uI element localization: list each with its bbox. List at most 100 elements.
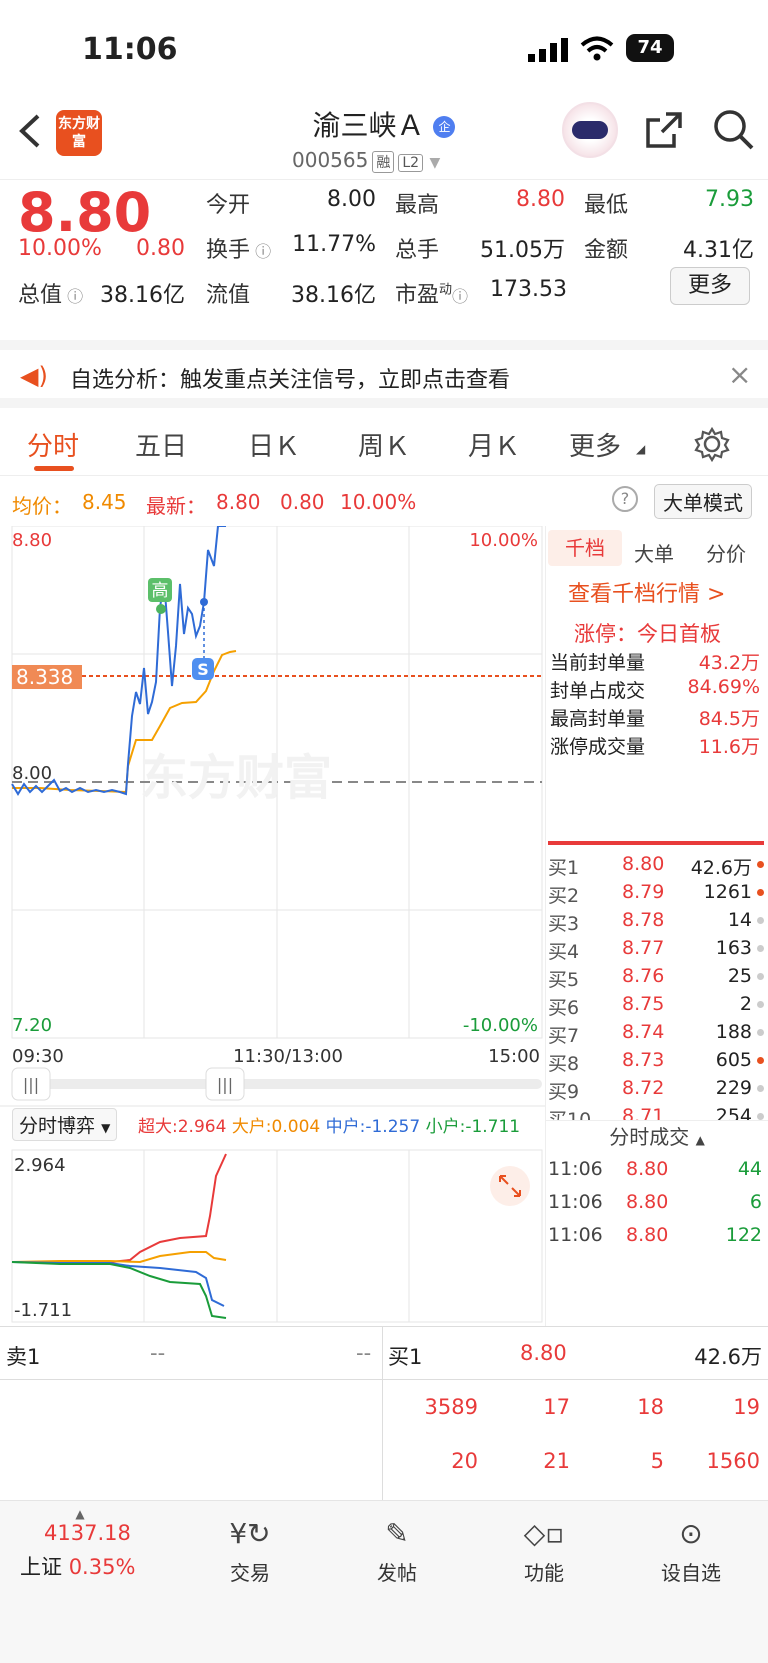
nav-add-watchlist[interactable]: ⊙ 设自选 <box>641 1511 741 1586</box>
settings-gear-icon[interactable] <box>694 426 730 462</box>
nav-bar: 东方财富 渝三峡Ａ 企 000565 融 L2 ▼ <box>0 100 768 180</box>
trade-time: 11:06 <box>548 1224 603 1246</box>
index-ticker[interactable]: ▲ 4137.18 上证 0.35% <box>20 1507 170 1581</box>
tab-weekly-k[interactable]: 周Ｋ <box>358 426 410 463</box>
nav-functions-label: 功能 <box>524 1561 564 1585</box>
big-order-mode-button[interactable]: 大单模式 <box>654 484 752 519</box>
bid-row[interactable]: 买6 8.75 2 <box>548 993 766 1020</box>
y-top-label: 8.80 <box>12 530 52 551</box>
bid-row[interactable]: 买1 8.80 42.6万 <box>548 853 766 880</box>
bid-row[interactable]: 买4 8.77 163 <box>548 937 766 964</box>
bid-price: 8.80 <box>622 853 665 875</box>
nav-post[interactable]: ✎ 发帖 <box>347 1511 447 1586</box>
pct-top-label: 10.00% <box>469 530 538 551</box>
sell-point-dot <box>200 598 208 606</box>
bid-level: 买9 <box>548 1081 580 1103</box>
bid-row[interactable]: 买8 8.73 605 <box>548 1049 766 1076</box>
more-button[interactable]: 更多 <box>670 267 750 305</box>
tab-big-orders[interactable]: 大单 <box>634 538 674 567</box>
tab-thousand-levels[interactable]: 千档 <box>548 530 622 566</box>
buy1-price: 8.80 <box>520 1341 567 1365</box>
queue-order: 5 <box>650 1449 664 1473</box>
wifi-icon <box>580 36 614 61</box>
assistant-robot-icon[interactable] <box>562 102 618 158</box>
tab-five-day[interactable]: 五日 <box>135 426 187 463</box>
more-dots-icon: ⊙ <box>679 1517 703 1550</box>
intraday-chart[interactable]: 东方财富 高 S 8.338 8.80 8.00 7.20 10.00% -10… <box>0 526 545 1326</box>
info-icon[interactable]: ⓘ <box>452 287 468 306</box>
expand-button[interactable] <box>490 1166 530 1206</box>
info-icon[interactable]: ⓘ <box>62 287 83 306</box>
seal-stat-row: 涨停成交量 11.6万 <box>550 732 768 759</box>
nav-trade-label: 交易 <box>230 1561 270 1585</box>
bottom-bar: ▲ 4137.18 上证 0.35% ¥↻ 交易 ✎ 发帖 ◇▫ 功能 ⊙ 设自选 <box>0 1500 768 1663</box>
trade-price: 8.80 <box>626 1158 669 1180</box>
limit-up-status: 涨停：今日首板 <box>574 622 721 646</box>
seal-stat-value: 43.2万 <box>698 652 760 674</box>
bid-row[interactable]: 买7 8.74 188 <box>548 1021 766 1048</box>
bid-dot-icon <box>757 1085 764 1092</box>
tab-price-distribution[interactable]: 分价 <box>706 538 746 567</box>
margin-tag: 融 <box>372 151 395 173</box>
tab-monthly-k[interactable]: 月Ｋ <box>468 426 520 463</box>
more-arrow-icon: ◢ <box>636 442 646 456</box>
tab-more[interactable]: 更多 <box>569 426 621 463</box>
notice-bar[interactable]: ◀) 自选分析：触发重点关注信号，立即点击查看 × <box>0 340 768 408</box>
thousand-levels-link[interactable]: 查看千档行情 > <box>568 576 725 608</box>
change-pct: 10.00% <box>18 236 102 261</box>
search-icon[interactable] <box>712 108 756 152</box>
flow-selector-label: 分时博弈 <box>19 1115 96 1137</box>
share-icon[interactable] <box>644 110 684 150</box>
trade-row: 11:06 8.80 6 <box>548 1191 766 1213</box>
help-icon[interactable]: ? <box>612 486 638 512</box>
flow-small-value: -1.711 <box>465 1117 521 1137</box>
enterprise-badge: 企 <box>433 116 456 138</box>
seal-stat-label: 当前封单量 <box>550 652 646 674</box>
nav-trade[interactable]: ¥↻ 交易 <box>200 1511 300 1586</box>
bid-volume: 188 <box>715 1021 752 1043</box>
stock-code-row[interactable]: 000565 融 L2 ▼ <box>292 148 440 173</box>
queue-order: 17 <box>543 1395 570 1419</box>
bid-row[interactable]: 买3 8.78 14 <box>548 909 766 936</box>
battery-level: 74 <box>637 37 663 58</box>
time-start: 09:30 <box>12 1046 64 1067</box>
flow-legend: 超大:2.964 大户:0.004 中户:-1.257 小户:-1.711 <box>138 1112 520 1137</box>
bid-price: 8.72 <box>622 1077 665 1099</box>
bid-dot-icon <box>757 1001 764 1008</box>
bid-dot-icon <box>757 945 764 952</box>
bid-row[interactable]: 买9 8.72 229 <box>548 1077 766 1104</box>
bid-level: 买6 <box>548 997 580 1019</box>
nav-functions[interactable]: ◇▫ 功能 <box>494 1511 594 1586</box>
close-icon[interactable]: × <box>728 358 751 391</box>
bid-row[interactable]: 买2 8.79 1261 <box>548 881 766 908</box>
pe-label-text: 市盈 <box>395 283 440 308</box>
buy1-volume: 42.6万 <box>694 1345 762 1369</box>
trades-header[interactable]: 分时成交 ▲ <box>546 1120 768 1149</box>
seal-stat-row: 封单占成交 84.69% <box>550 676 768 703</box>
last-pct: 10.00% <box>340 490 417 514</box>
trade-volume: 44 <box>737 1158 762 1180</box>
bid-volume: 42.6万 <box>690 857 752 879</box>
bid-level: 买2 <box>548 885 580 907</box>
time-mid: 11:30/13:00 <box>233 1046 343 1067</box>
flow-mid-label: 中户: <box>325 1117 366 1137</box>
dropdown-icon: ▼ <box>429 155 441 171</box>
queue-order: 21 <box>543 1449 570 1473</box>
side-tabs: 千档 大单 分价 <box>546 528 766 568</box>
svg-text:|||: ||| <box>23 1075 39 1094</box>
order-book: 卖1 -- -- 买1 8.80 42.6万 3589 17 18 19 20 … <box>0 1326 768 1501</box>
flow-selector[interactable]: 分时博弈 ▼ <box>12 1108 118 1141</box>
bid-dot-icon <box>757 917 764 924</box>
trade-price: 8.80 <box>626 1224 669 1246</box>
bid-price: 8.77 <box>622 937 665 959</box>
seal-stat-value: 84.5万 <box>698 708 760 730</box>
bid-volume: 25 <box>727 965 752 987</box>
stock-name: 渝三峡Ａ <box>312 109 425 142</box>
tab-intraday[interactable]: 分时 <box>27 426 79 463</box>
buy1-label: 买1 <box>388 1345 423 1369</box>
bid-dot-icon <box>757 861 764 868</box>
tab-daily-k[interactable]: 日Ｋ <box>248 426 300 463</box>
flow-mid-value: -1.257 <box>365 1117 421 1137</box>
bid-row[interactable]: 买5 8.76 25 <box>548 965 766 992</box>
range-slider-track[interactable] <box>12 1079 542 1089</box>
